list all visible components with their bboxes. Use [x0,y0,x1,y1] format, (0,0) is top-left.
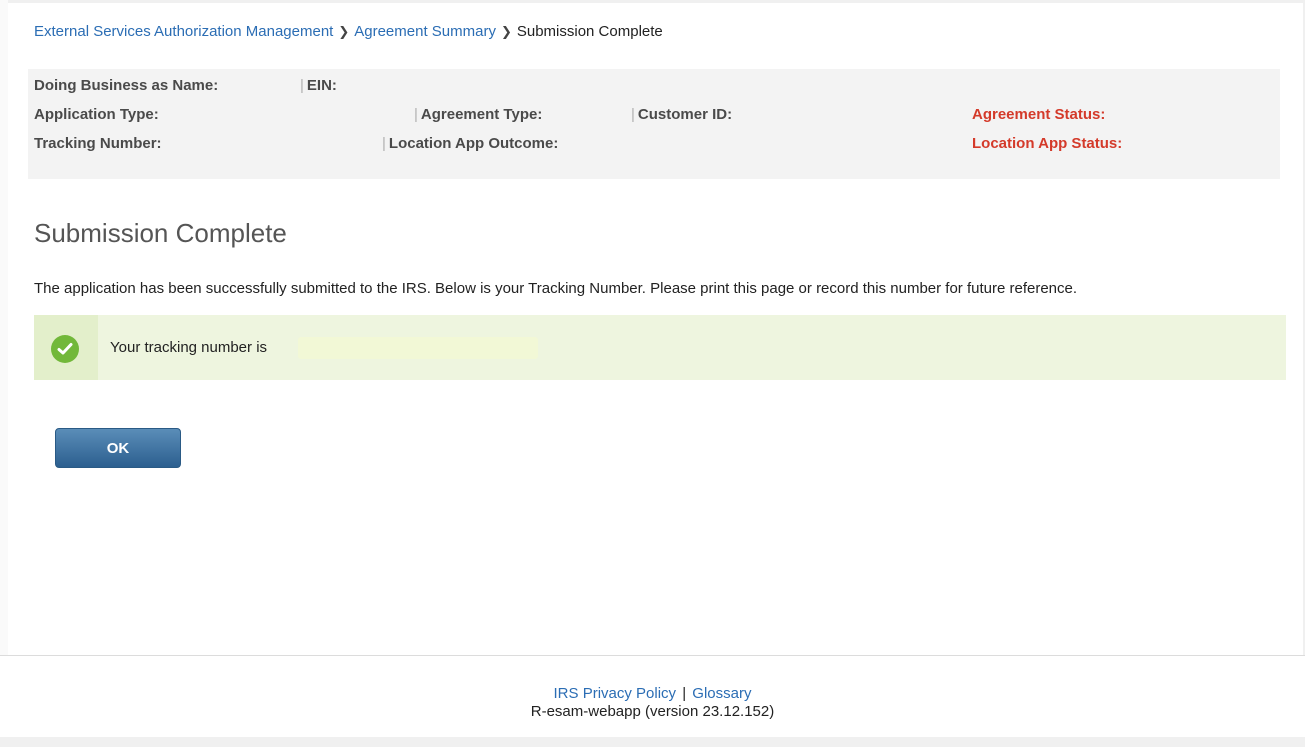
application-type-label: Application Type: [34,106,159,123]
glossary-link[interactable]: Glossary [692,685,751,702]
agreement-status-label: Agreement Status: [972,106,1106,123]
footer: IRS Privacy Policy | Glossary R-esam-web… [0,655,1305,748]
dba-label: Doing Business as Name: [34,77,219,94]
field-divider: | [382,135,386,152]
check-circle-icon [51,335,79,363]
success-alert: Your tracking number is [34,315,1286,380]
location-app-outcome-label: Location App Outcome: [388,135,559,152]
bottom-border [0,737,1305,747]
breadcrumb-separator-icon: ❯ [500,24,512,39]
alert-icon-cell [34,315,98,380]
customer-id-field: | Customer ID: [631,105,732,125]
ok-button[interactable]: OK [55,428,181,468]
submission-description: The application has been successfully su… [34,280,1078,297]
agreement-type-label: Agreement Type: [420,106,543,123]
checkmark-icon [57,343,73,355]
field-divider: | [300,77,304,94]
page: External Services Authorization Manageme… [0,0,1305,748]
breadcrumb-separator-icon: ❯ [338,24,350,39]
ein-field: | EIN: [300,76,337,96]
breadcrumb-current: Submission Complete [516,23,663,40]
left-edge [0,0,8,655]
tracking-number-value [298,337,538,359]
page-title: Submission Complete [34,218,287,248]
field-divider: | [414,106,418,123]
breadcrumb-link-agreement-summary[interactable]: Agreement Summary [354,23,496,40]
top-border [0,0,1305,3]
privacy-policy-link[interactable]: IRS Privacy Policy [554,685,677,702]
app-version: R-esam-webapp (version 23.12.152) [530,703,775,720]
ein-label: EIN: [306,77,337,94]
agreement-type-field: | Agreement Type: [414,105,542,125]
location-app-outcome-field: | Location App Outcome: [382,134,558,154]
breadcrumb: External Services Authorization Manageme… [34,22,663,42]
customer-id-label: Customer ID: [637,106,733,123]
tracking-number-label: Tracking Number: [34,135,162,152]
location-app-status-label: Location App Status: [972,135,1123,152]
footer-links: IRS Privacy Policy | Glossary [0,685,1305,703]
footer-separator: | [682,685,687,702]
field-divider: | [631,106,635,123]
agreement-summary-panel: Doing Business as Name: | EIN: Applicatio… [28,69,1280,179]
tracking-number-message: Your tracking number is [110,339,268,356]
breadcrumb-link-esam[interactable]: External Services Authorization Manageme… [34,23,333,40]
